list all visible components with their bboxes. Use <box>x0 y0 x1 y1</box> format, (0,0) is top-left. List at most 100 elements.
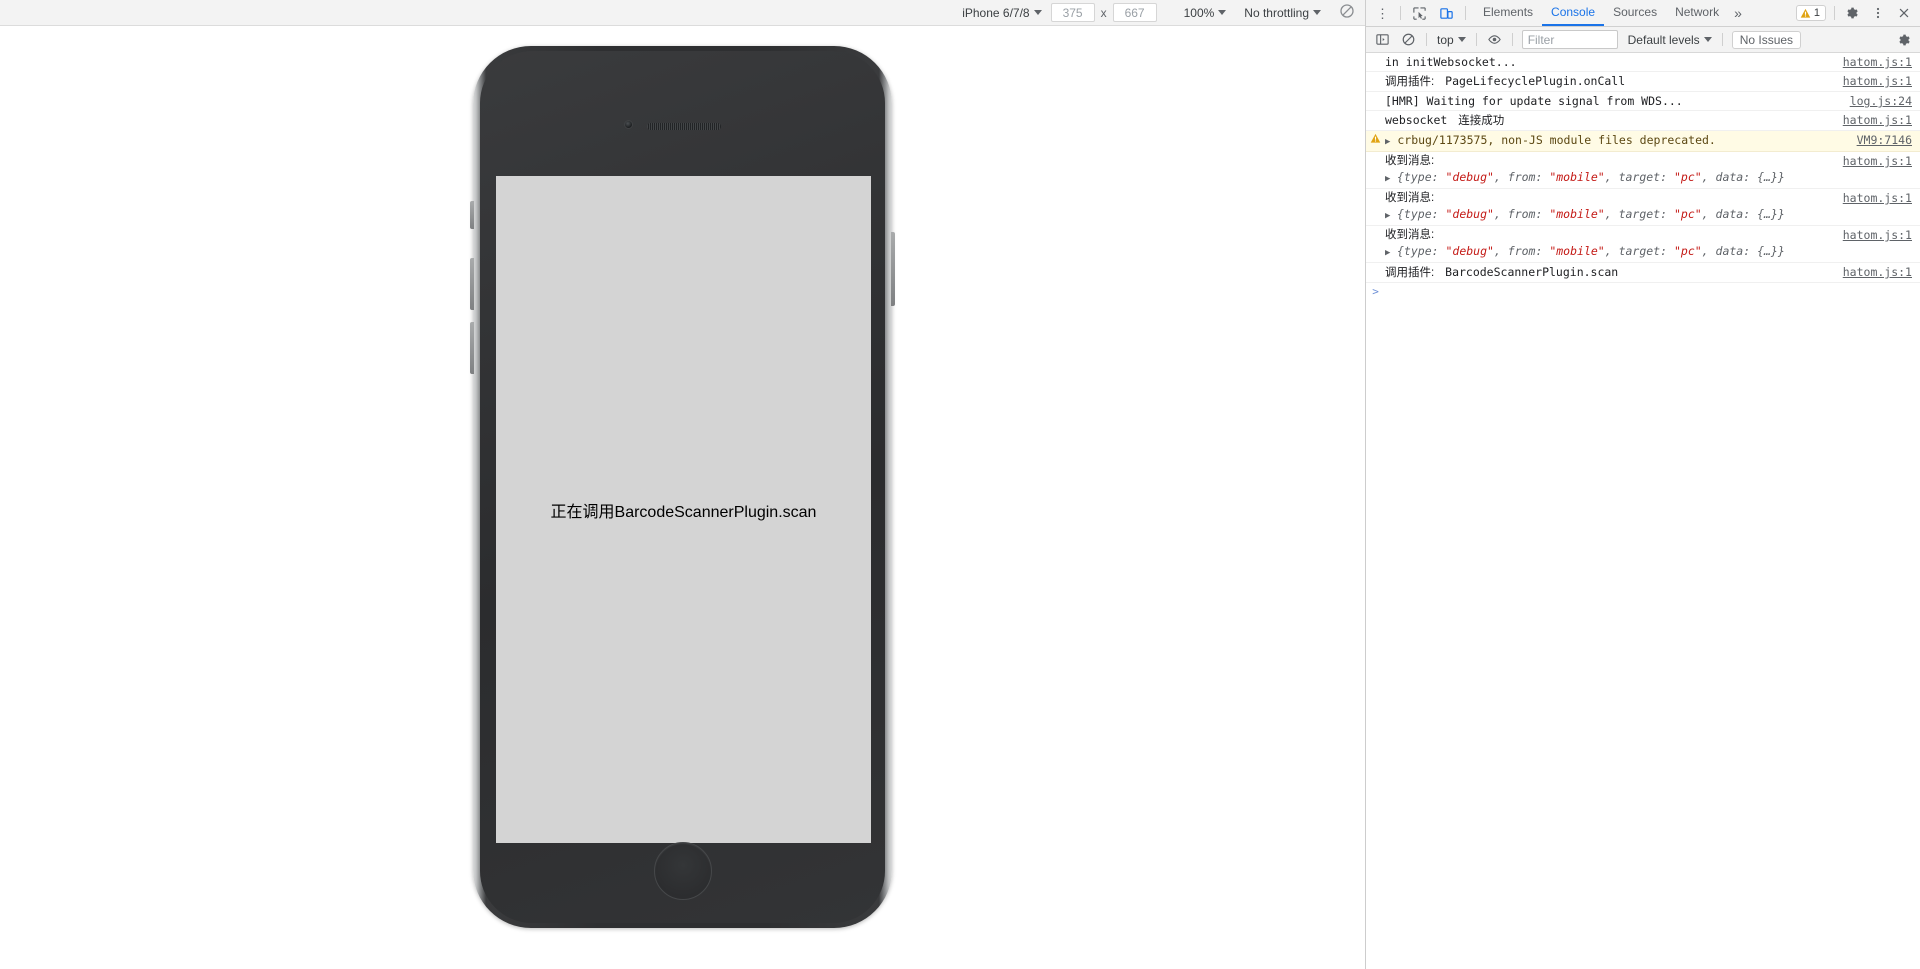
message-gutter <box>1366 112 1385 113</box>
message-label: websocket <box>1385 113 1448 127</box>
dimension-separator: x <box>1100 5 1107 20</box>
kebab-menu-icon[interactable]: ⋮ <box>1372 7 1394 20</box>
console-message[interactable]: 收到消息: ▶ {type: "debug", from: "mobile", … <box>1366 152 1920 189</box>
object-key: , target: <box>1604 244 1674 258</box>
device-selector[interactable]: iPhone 6/7/8 <box>958 4 1045 22</box>
source-link[interactable]: hatom.js:1 <box>1843 264 1920 280</box>
console-prompt-input[interactable] <box>1385 285 1920 299</box>
object-value: "pc" <box>1673 170 1702 184</box>
console-message[interactable]: 调用插件: BarcodeScannerPlugin.scan hatom.js… <box>1366 263 1920 283</box>
source-link[interactable]: hatom.js:1 <box>1843 73 1920 89</box>
source-link[interactable]: hatom.js:1 <box>1843 227 1920 243</box>
message-gutter <box>1366 54 1385 55</box>
console-message-list[interactable]: in initWebsocket... hatom.js:1 调用插件: Pag… <box>1366 53 1920 969</box>
object-preview[interactable]: ▶ {type: "debug", from: "mobile", target… <box>1385 206 1837 224</box>
message-text: BarcodeScannerPlugin.scan <box>1445 265 1619 279</box>
console-prompt[interactable]: > <box>1366 283 1920 301</box>
source-link[interactable]: log.js:24 <box>1850 93 1920 109</box>
message-content: 收到消息: ▶ {type: "debug", from: "mobile", … <box>1385 190 1843 224</box>
tab-network[interactable]: Network <box>1666 0 1728 26</box>
console-message[interactable]: in initWebsocket... hatom.js:1 <box>1366 53 1920 72</box>
devtools-right-controls: 1 <box>1795 0 1920 26</box>
power-button <box>891 232 895 306</box>
context-label: top <box>1437 32 1454 47</box>
message-gutter <box>1366 73 1385 74</box>
console-message[interactable]: websocket 连接成功 hatom.js:1 <box>1366 111 1920 131</box>
device-selector-group: iPhone 6/7/8 <box>958 4 1045 22</box>
object-key: , from: <box>1493 244 1550 258</box>
execution-context-selector[interactable]: top <box>1432 31 1471 49</box>
chevron-down-icon <box>1033 10 1042 15</box>
warning-triangle-icon <box>1800 8 1811 18</box>
message-gutter <box>1366 153 1385 154</box>
device-name-label: iPhone 6/7/8 <box>962 5 1030 20</box>
object-key: , data: <box>1701 244 1758 258</box>
log-levels-selector[interactable]: Default levels <box>1623 31 1717 49</box>
more-tabs-button[interactable]: » <box>1728 0 1748 26</box>
object-preview[interactable]: ▶ {type: "debug", from: "mobile", target… <box>1385 169 1837 187</box>
throttling-label: No throttling <box>1244 5 1309 20</box>
prompt-caret-icon: > <box>1372 285 1379 298</box>
object-key: {type: <box>1397 244 1446 258</box>
source-link[interactable]: hatom.js:1 <box>1843 190 1920 206</box>
console-filter-input[interactable] <box>1521 30 1618 49</box>
console-message[interactable]: 调用插件: PageLifecyclePlugin.onCall hatom.j… <box>1366 72 1920 92</box>
console-message[interactable]: 收到消息: ▶ {type: "debug", from: "mobile", … <box>1366 226 1920 263</box>
device-width-input[interactable] <box>1050 3 1095 22</box>
warning-count-badge[interactable]: 1 <box>1795 5 1826 21</box>
console-toolbar: top Default levels No Issues <box>1366 27 1920 53</box>
volume-down-button <box>470 322 474 374</box>
silent-switch <box>470 201 474 229</box>
object-value: "mobile" <box>1549 244 1605 258</box>
message-label: 收到消息: <box>1385 192 1435 204</box>
expand-triangle-icon[interactable]: ▶ <box>1385 245 1394 261</box>
object-preview[interactable]: ▶ {type: "debug", from: "mobile", target… <box>1385 243 1837 261</box>
expand-triangle-icon[interactable]: ▶ <box>1385 137 1390 147</box>
live-expression-icon[interactable] <box>1482 27 1507 52</box>
object-key: , data: <box>1701 207 1758 221</box>
toolbar-divider <box>1475 33 1477 46</box>
zoom-selector[interactable]: 100% <box>1180 4 1231 22</box>
gear-icon[interactable] <box>1891 27 1916 52</box>
device-toolbar-icon[interactable] <box>1434 1 1459 26</box>
device-viewport-area: 正在调用BarcodeScannerPlugin.scan <box>0 26 1365 969</box>
throttling-selector[interactable]: No throttling <box>1240 4 1325 22</box>
message-content: ▶ crbug/1173575, non-JS module files dep… <box>1385 132 1857 150</box>
source-link[interactable]: hatom.js:1 <box>1843 54 1920 70</box>
message-text: 连接成功 <box>1458 115 1505 127</box>
toolbar-divider <box>1834 6 1835 20</box>
device-height-input[interactable] <box>1112 3 1157 22</box>
object-value: "mobile" <box>1549 170 1605 184</box>
chevron-down-icon <box>1313 10 1321 15</box>
console-message[interactable]: [HMR] Waiting for update signal from WDS… <box>1366 92 1920 111</box>
device-emulation-pane: iPhone 6/7/8 x 100% No throttling <box>0 0 1366 969</box>
kebab-menu-icon[interactable] <box>1865 1 1890 26</box>
source-link[interactable]: VM9:7146 <box>1857 132 1920 148</box>
object-nested: {…}} <box>1757 207 1785 221</box>
issues-button[interactable]: No Issues <box>1731 30 1802 49</box>
device-mode-toolbar: iPhone 6/7/8 x 100% No throttling <box>0 0 1365 26</box>
inspect-element-icon[interactable] <box>1407 1 1432 26</box>
object-value: "pc" <box>1673 244 1702 258</box>
message-gutter <box>1366 132 1385 144</box>
message-gutter <box>1366 227 1385 228</box>
console-message[interactable]: 收到消息: ▶ {type: "debug", from: "mobile", … <box>1366 189 1920 226</box>
expand-triangle-icon[interactable]: ▶ <box>1385 171 1394 187</box>
gear-icon[interactable] <box>1839 1 1864 26</box>
expand-triangle-icon[interactable]: ▶ <box>1385 208 1394 224</box>
clear-console-icon[interactable] <box>1396 27 1421 52</box>
front-camera-icon <box>623 120 633 129</box>
tab-sources[interactable]: Sources <box>1604 0 1666 26</box>
source-link[interactable]: hatom.js:1 <box>1843 112 1920 128</box>
tab-elements[interactable]: Elements <box>1474 0 1542 26</box>
close-icon[interactable] <box>1891 1 1916 26</box>
rotate-icon[interactable] <box>1339 3 1355 22</box>
tab-console[interactable]: Console <box>1542 0 1605 26</box>
object-key: {type: <box>1397 170 1446 184</box>
console-sidebar-icon[interactable] <box>1370 27 1395 52</box>
toolbar-divider <box>1400 6 1401 20</box>
volume-up-button <box>470 258 474 310</box>
console-message-warning[interactable]: ▶ crbug/1173575, non-JS module files dep… <box>1366 131 1920 152</box>
source-link[interactable]: hatom.js:1 <box>1843 153 1920 169</box>
device-screen[interactable]: 正在调用BarcodeScannerPlugin.scan <box>496 176 871 843</box>
